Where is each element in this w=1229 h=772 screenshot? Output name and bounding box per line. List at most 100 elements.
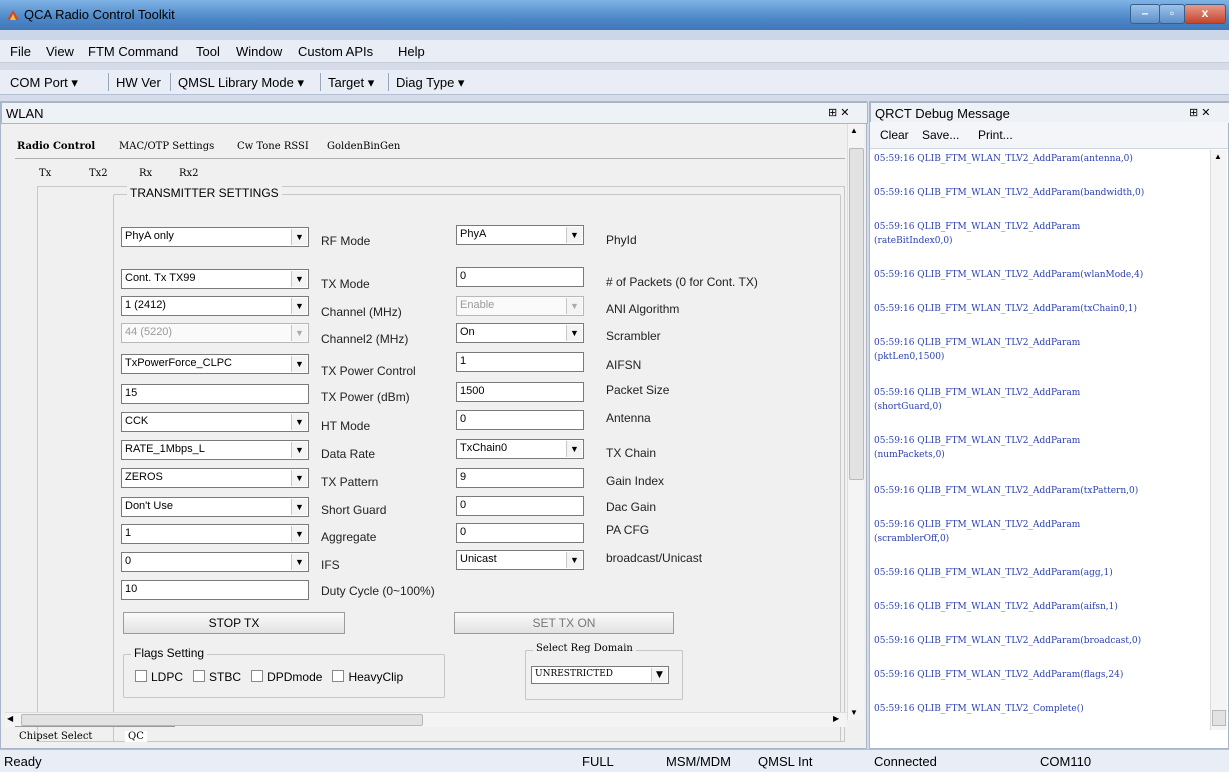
tab-chipset-select[interactable]: Chipset Select [19, 731, 92, 742]
menu-custom-apis[interactable]: Custom APIs [298, 44, 373, 59]
channel2-mhz-dropdown[interactable]: 44 (5220) ▼ [121, 323, 309, 343]
channel-mhz-dropdown[interactable]: 1 (2412) ▼ [121, 296, 309, 316]
horizontal-scrollbar-thumb[interactable] [21, 714, 423, 726]
of-packets-0-for-cont-tx-input[interactable]: 0 [456, 267, 584, 287]
menu-view[interactable]: View [46, 44, 74, 59]
com-port-dropdown[interactable]: COM Port ▾ [10, 75, 78, 91]
tab-cw-tone-rssi[interactable]: Cw Tone RSSI [237, 141, 309, 152]
aifsn-value: 1 [460, 355, 467, 367]
scroll-down-icon[interactable]: ▼ [850, 708, 858, 717]
target-dropdown[interactable]: Target ▾ [328, 75, 374, 91]
tx-power-control-dropdown[interactable]: TxPowerForce_CLPC ▼ [121, 354, 309, 374]
set-tx-on-button[interactable]: SET TX ON [454, 612, 674, 634]
debug-scrollbar[interactable]: ▲ [1210, 150, 1227, 730]
app-icon [7, 10, 19, 20]
broadcast-unicast-label: broadcast/Unicast [606, 551, 703, 565]
debug-log-line: 05:59:16 QLIB_FTM_WLAN_TLV2_AddParam(txP… [874, 486, 1139, 496]
tx-pattern-dropdown[interactable]: ZEROS ▼ [121, 468, 309, 488]
channel2-mhz-label: Channel2 (MHz) [321, 332, 409, 346]
subtab-tx2[interactable]: Tx2 [89, 168, 108, 179]
reg-domain-select[interactable]: UNRESTRICTED ▼ [531, 666, 669, 684]
debug-panel-header: QRCT Debug Message ⊞ ✕ [870, 102, 1229, 124]
short-guard-dropdown[interactable]: Don't Use ▼ [121, 497, 309, 517]
phyid-dropdown[interactable]: PhyA ▼ [456, 225, 584, 245]
wlan-vertical-scrollbar[interactable]: ▲ ▼ [847, 124, 864, 720]
packet-size-input[interactable]: 1500 [456, 382, 584, 402]
debug-scrollbar-thumb[interactable] [1212, 710, 1226, 726]
heavyclip-checkbox[interactable]: HeavyClip [332, 670, 403, 684]
scroll-left-icon[interactable]: ◀ [7, 714, 13, 723]
packet-size-value: 1500 [460, 385, 485, 397]
stop-tx-button[interactable]: STOP TX [123, 612, 345, 634]
ifs-dropdown[interactable]: 0 ▼ [121, 552, 309, 572]
subtab-rx2[interactable]: Rx2 [179, 168, 199, 179]
maximize-button[interactable]: ▫ [1159, 4, 1185, 24]
dpdmode-label: DPDmode [267, 670, 323, 684]
pa-cfg-label: PA CFG [606, 523, 650, 537]
subtab-rx[interactable]: Rx [139, 168, 152, 179]
rf-mode-dropdown[interactable]: PhyA only ▼ [121, 227, 309, 247]
dpdmode-checkbox[interactable]: DPDmode [251, 670, 322, 684]
aggregate-dropdown[interactable]: 1 ▼ [121, 524, 309, 544]
title-bar: QCA Radio Control Toolkit – ▫ x [0, 0, 1229, 30]
debug-pin-close-icons[interactable]: ⊞ ✕ [1189, 106, 1211, 119]
scrollbar-thumb[interactable] [849, 148, 864, 480]
flags-checkboxes: LDPC STBC DPDmode HeavyClip [135, 670, 403, 684]
duty-cycle-0-100-input[interactable]: 10 [121, 580, 309, 600]
qmsl-library-mode-dropdown[interactable]: QMSL Library Mode ▾ [178, 75, 304, 91]
menu-help[interactable]: Help [398, 44, 425, 59]
tx-chain-dropdown[interactable]: TxChain0 ▼ [456, 439, 584, 459]
chevron-down-icon: ▼ [566, 298, 582, 314]
chevron-down-icon: ▼ [566, 325, 582, 341]
debug-log-line: 05:59:16 QLIB_FTM_WLAN_TLV2_AddParam(aif… [874, 602, 1118, 612]
debug-log-line: 05:59:16 QLIB_FTM_WLAN_TLV2_AddParam(ban… [874, 188, 1145, 198]
tab-qc[interactable]: QC [125, 731, 147, 742]
aifsn-input[interactable]: 1 [456, 352, 584, 372]
menu-tool[interactable]: Tool [196, 44, 220, 59]
debug-log-line: 05:59:16 QLIB_FTM_WLAN_TLV2_AddParam [874, 436, 1081, 446]
menu-ftm-command[interactable]: FTM Command [88, 44, 178, 59]
tx-mode-dropdown[interactable]: Cont. Tx TX99 ▼ [121, 269, 309, 289]
debug-log-line: 05:59:16 QLIB_FTM_WLAN_TLV2_AddParam(agg… [874, 568, 1113, 578]
debug-log-line: 05:59:16 QLIB_FTM_WLAN_TLV2_AddParam(ant… [874, 154, 1133, 164]
dac-gain-input[interactable]: 0 [456, 496, 584, 516]
pa-cfg-input[interactable]: 0 [456, 523, 584, 543]
save-button[interactable]: Save... [922, 128, 959, 142]
debug-log-line: (numPackets,0) [874, 450, 945, 460]
ht-mode-dropdown[interactable]: CCK ▼ [121, 412, 309, 432]
close-button[interactable]: x [1184, 4, 1226, 24]
tx-power-dbm-input[interactable]: 15 [121, 384, 309, 404]
subtab-tx[interactable]: Tx [39, 168, 51, 179]
hw-ver-button[interactable]: HW Ver [116, 75, 161, 90]
menu-window[interactable]: Window [236, 44, 282, 59]
dac-gain-value: 0 [460, 499, 467, 511]
ani-algorithm-dropdown[interactable]: Enable ▼ [456, 296, 584, 316]
tx-power-control-value: TxPowerForce_CLPC [125, 357, 232, 369]
print-button[interactable]: Print... [978, 128, 1013, 142]
menu-file[interactable]: File [10, 44, 31, 59]
debug-log-line: (pktLen0,1500) [874, 352, 945, 362]
minimize-button[interactable]: – [1130, 4, 1160, 24]
tx-chain-label: TX Chain [606, 446, 657, 460]
status-com-port: COM110 [1040, 754, 1092, 769]
clear-button[interactable]: Clear [880, 128, 909, 142]
stbc-checkbox[interactable]: STBC [193, 670, 241, 684]
ani-algorithm-value: Enable [460, 299, 495, 311]
data-rate-dropdown[interactable]: RATE_1Mbps_L ▼ [121, 440, 309, 460]
wlan-horizontal-scrollbar[interactable]: ◀ ▶ [5, 712, 847, 727]
gain-index-input[interactable]: 9 [456, 468, 584, 488]
diag-type-dropdown[interactable]: Diag Type ▾ [396, 75, 464, 91]
tab-radio-control[interactable]: Radio Control [17, 141, 95, 152]
duty-cycle-0-100-label: Duty Cycle (0~100%) [321, 584, 435, 598]
tab-mac-otp-settings[interactable]: MAC/OTP Settings [119, 141, 214, 152]
scroll-up-icon[interactable]: ▲ [850, 126, 858, 135]
broadcast-unicast-dropdown[interactable]: Unicast ▼ [456, 550, 584, 570]
panel-pin-close-icons[interactable]: ⊞ ✕ [828, 106, 850, 119]
scroll-right-icon[interactable]: ▶ [833, 714, 839, 723]
antenna-input[interactable]: 0 [456, 410, 584, 430]
scroll-up-icon[interactable]: ▲ [1214, 152, 1222, 161]
tab-goldenbingen[interactable]: GoldenBinGen [327, 141, 400, 152]
scrambler-dropdown[interactable]: On ▼ [456, 323, 584, 343]
ldpc-checkbox[interactable]: LDPC [135, 670, 183, 684]
chevron-down-icon: ▼ [291, 356, 307, 372]
